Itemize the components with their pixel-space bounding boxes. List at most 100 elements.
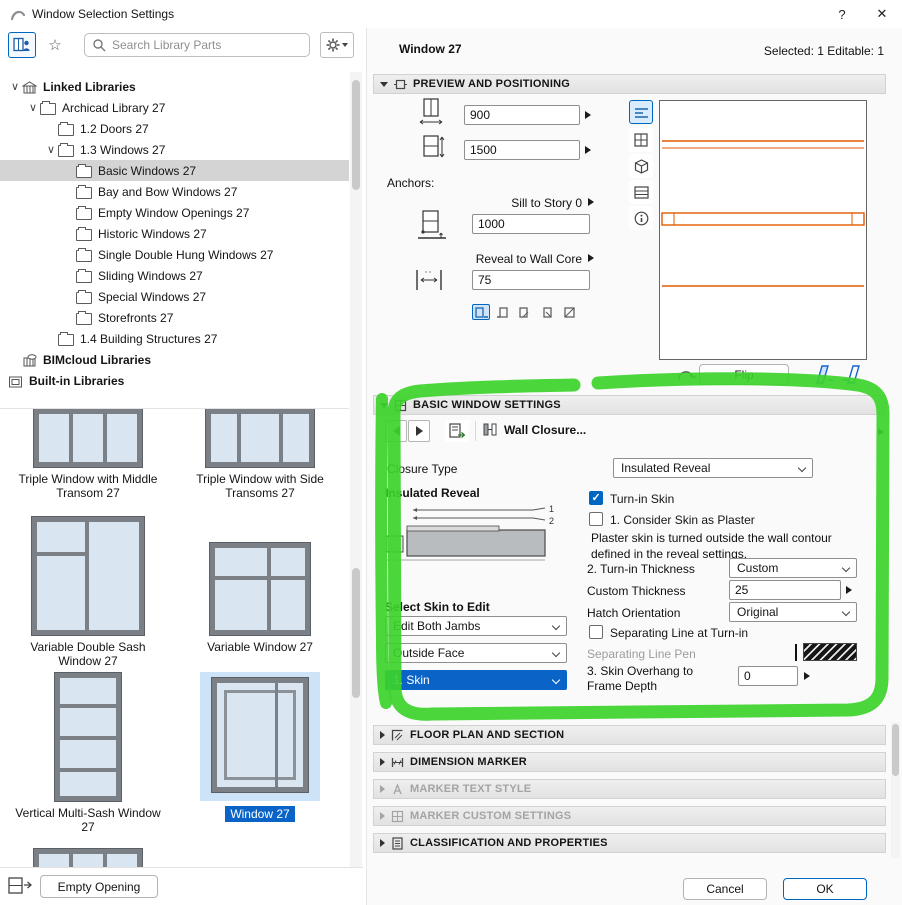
skin-number-dropdown[interactable]: 1. Skin [385, 670, 567, 690]
tree-scrollbar[interactable] [350, 72, 362, 408]
settings-panel: Window 27 Selected: 1 Editable: 1 PREVIE… [366, 28, 902, 905]
favorites-star-icon[interactable] [42, 32, 68, 58]
hatch-orientation-dropdown[interactable]: Original [729, 602, 857, 622]
section-dimension-marker[interactable]: DIMENSION MARKER [373, 752, 886, 772]
empty-opening-button[interactable]: Empty Opening [40, 875, 158, 898]
sill-to-story-field[interactable] [472, 214, 590, 234]
search-box[interactable] [84, 33, 310, 57]
thumbnail-variable-window[interactable]: Variable Window 27 [176, 513, 344, 654]
tree-item-linked-libraries[interactable]: Linked Libraries [0, 76, 349, 97]
tree-item-basic-windows[interactable]: Basic Windows 27 [0, 160, 349, 181]
mirror-left-icon[interactable] [813, 364, 835, 385]
thumbnail-window-27[interactable]: Window 27 [176, 669, 344, 823]
tree-item-single-double-hung[interactable]: Single Double Hung Windows 27 [0, 244, 349, 265]
search-input[interactable] [110, 37, 309, 53]
height-flyout-arrow[interactable] [585, 146, 591, 154]
width-field[interactable] [464, 105, 580, 125]
preview-canvas[interactable] [659, 100, 867, 360]
custom-thickness-field[interactable] [729, 580, 841, 600]
tree-item-storefronts[interactable]: Storefronts 27 [0, 307, 349, 328]
turn-in-thickness-dropdown[interactable]: Custom [729, 558, 857, 578]
tree-item-builtin-libraries[interactable]: Built-in Libraries [0, 370, 349, 391]
transfer-settings-button[interactable] [445, 420, 469, 442]
thumbnail-scrollbar-thumb[interactable] [352, 568, 360, 698]
next-page-button[interactable] [408, 420, 430, 442]
info-button[interactable] [629, 206, 653, 230]
skin-overhang-flyout-arrow[interactable] [804, 672, 810, 680]
closure-type-dropdown[interactable]: Insulated Reveal [613, 458, 813, 478]
section-floor-plan[interactable]: FLOOR PLAN AND SECTION [373, 725, 886, 745]
sill-anchor-icon [418, 210, 446, 239]
settings-gear-button[interactable] [320, 32, 354, 58]
window-preview-image [55, 673, 121, 801]
thumbnail-scrollbar[interactable] [350, 408, 362, 868]
tree-item-special-windows[interactable]: Special Windows 27 [0, 286, 349, 307]
section-marker-custom-settings[interactable]: MARKER CUSTOM SETTINGS [373, 806, 886, 826]
prev-page-button[interactable] [385, 420, 407, 442]
view-3d-button[interactable] [629, 154, 653, 178]
reveal-to-wall-core-field[interactable] [472, 270, 590, 290]
skin-overhang-field[interactable] [738, 666, 798, 686]
turn-in-skin-checkbox[interactable] [589, 491, 603, 505]
flip-button[interactable]: Flip [699, 364, 789, 385]
tree-item-building-structures[interactable]: 1.4 Building Structures 27 [0, 328, 349, 349]
empty-opening-icon[interactable] [8, 876, 32, 896]
wall-closure-tab[interactable]: Wall Closure... [483, 422, 586, 437]
settings-scrollbar[interactable] [891, 722, 900, 858]
selected-object-title: Window 27 [399, 42, 462, 56]
reveal-flyout-arrow[interactable] [588, 254, 594, 262]
custom-thickness-flyout-arrow[interactable] [846, 586, 852, 594]
cancel-button[interactable]: Cancel [683, 878, 767, 900]
thumbnail-partial[interactable] [4, 849, 172, 869]
tree-item-archicad-library[interactable]: Archicad Library 27 [0, 97, 349, 118]
view-plan-button[interactable] [629, 100, 653, 124]
anchor-toggle-icon[interactable] [472, 304, 490, 320]
tree-item-bay-bow-windows[interactable]: Bay and Bow Windows 27 [0, 181, 349, 202]
anchor-toggle-icon[interactable] [494, 304, 512, 320]
anchor-toggle-icon[interactable] [560, 304, 578, 320]
chevron-down-icon[interactable] [8, 80, 22, 93]
height-field[interactable] [464, 140, 580, 160]
library-bottom-bar: Empty Opening [0, 867, 363, 905]
anchor-toggle-icon[interactable] [538, 304, 556, 320]
rotate-icon[interactable] [675, 366, 697, 386]
tree-item-historic-windows[interactable]: Historic Windows 27 [0, 223, 349, 244]
library-view-toggle[interactable] [8, 32, 36, 58]
sill-flyout-arrow[interactable] [588, 198, 594, 206]
view-grid-button[interactable] [629, 128, 653, 152]
chevron-down-icon[interactable] [44, 143, 58, 156]
thumbnail-vertical-multi-sash[interactable]: Vertical Multi-Sash Window 27 [4, 669, 172, 835]
mirror-right-icon[interactable] [841, 364, 863, 385]
separating-line-pen-swatch[interactable] [803, 643, 857, 661]
settings-scrollbar-thumb[interactable] [892, 724, 899, 776]
settings-page-flyout-arrow[interactable] [878, 428, 884, 436]
search-icon [93, 39, 106, 52]
anchor-toggle-icon[interactable] [516, 304, 534, 320]
titlebar: Window Selection Settings ? ✕ [0, 0, 902, 28]
library-view-icon [13, 37, 30, 52]
thumbnail-triple-middle-transom[interactable]: Triple Window with Middle Transom 27 [4, 409, 172, 501]
ok-button[interactable]: OK [783, 878, 867, 900]
thumbnail-triple-side-transoms[interactable]: Triple Window with Side Transoms 27 [176, 409, 344, 501]
consider-skin-plaster-checkbox[interactable] [589, 512, 603, 526]
tree-scrollbar-thumb[interactable] [352, 80, 360, 190]
close-button[interactable]: ✕ [862, 0, 902, 28]
tree-item-sliding-windows[interactable]: Sliding Windows 27 [0, 265, 349, 286]
tree-item-empty-window-openings[interactable]: Empty Window Openings 27 [0, 202, 349, 223]
width-flyout-arrow[interactable] [585, 111, 591, 119]
separating-line-checkbox[interactable] [589, 625, 603, 639]
thumbnail-variable-double-sash[interactable]: Variable Double Sash Window 27 [4, 513, 172, 669]
chevron-down-icon[interactable] [26, 101, 40, 114]
skin-face-dropdown[interactable]: Outside Face [385, 643, 567, 663]
section-classification-properties[interactable]: CLASSIFICATION AND PROPERTIES [373, 833, 886, 853]
skin-overhang-label: 3. Skin Overhang to Frame Depth [587, 664, 694, 693]
section-marker-text-style[interactable]: MARKER TEXT STYLE [373, 779, 886, 799]
tree-item-bimcloud-libraries[interactable]: BIMcloud Libraries [0, 349, 349, 370]
section-preview-positioning[interactable]: PREVIEW AND POSITIONING [373, 74, 886, 94]
section-basic-window-settings[interactable]: BASIC WINDOW SETTINGS [373, 395, 886, 415]
tree-item-doors[interactable]: 1.2 Doors 27 [0, 118, 349, 139]
skin-edit-scope-dropdown[interactable]: Edit Both Jambs [385, 616, 567, 636]
help-button[interactable]: ? [822, 0, 862, 28]
tree-item-windows[interactable]: 1.3 Windows 27 [0, 139, 349, 160]
view-elevation-button[interactable] [629, 180, 653, 204]
